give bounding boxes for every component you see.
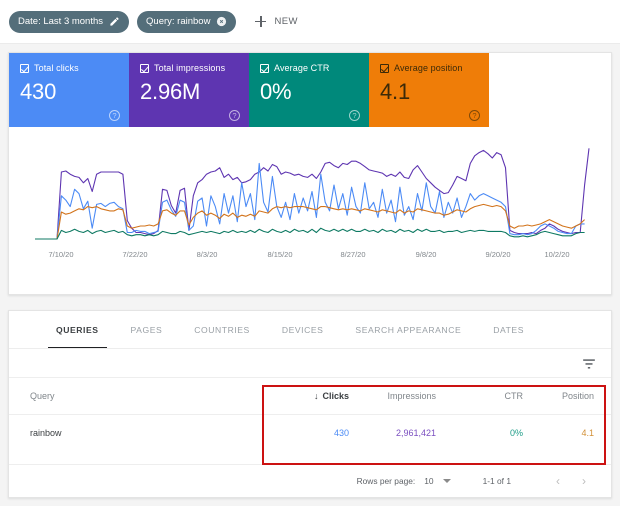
pagination-range: 1-1 of 1 bbox=[483, 476, 511, 486]
column-header-impressions[interactable]: Impressions bbox=[349, 391, 436, 401]
table-toolbar bbox=[9, 349, 611, 377]
metric-tile-header: Total clicks bbox=[20, 63, 129, 73]
column-header-query[interactable]: Query bbox=[9, 391, 261, 401]
next-page-button[interactable]: › bbox=[571, 474, 597, 488]
filter-chip-query-label: Query: rainbow bbox=[146, 16, 210, 27]
x-axis-tick-label: 8/27/20 bbox=[340, 250, 365, 259]
table-row[interactable]: rainbow 430 2,961,421 0% 4.1 bbox=[9, 414, 611, 451]
plus-icon bbox=[254, 15, 267, 28]
rows-per-page-value: 10 bbox=[424, 476, 433, 486]
x-axis-tick-label: 8/3/20 bbox=[197, 250, 218, 259]
chart-series-total-clicks bbox=[35, 163, 585, 239]
metric-tile-header: Average position bbox=[380, 63, 489, 73]
cell-ctr: 0% bbox=[436, 428, 523, 438]
tab-pages[interactable]: PAGES bbox=[115, 311, 179, 349]
filter-chip-date-label: Date: Last 3 months bbox=[18, 16, 103, 27]
help-icon[interactable]: ? bbox=[349, 110, 360, 121]
sort-descending-icon: ↓ bbox=[314, 391, 319, 401]
cell-query[interactable]: rainbow bbox=[9, 428, 261, 438]
tab-label: QUERIES bbox=[56, 325, 99, 335]
tab-devices[interactable]: DEVICES bbox=[266, 311, 340, 349]
tab-label: SEARCH APPEARANCE bbox=[355, 325, 461, 335]
table-pagination: Rows per page: 10 1-1 of 1 ‹ › bbox=[9, 464, 611, 497]
x-axis-tick-label: 10/2/20 bbox=[544, 250, 569, 259]
tab-label: DATES bbox=[493, 325, 524, 335]
x-axis-tick-label: 9/8/20 bbox=[416, 250, 437, 259]
checkbox-checked-icon[interactable] bbox=[380, 64, 389, 73]
metric-label: Average position bbox=[394, 63, 462, 73]
checkbox-checked-icon[interactable] bbox=[20, 64, 29, 73]
metric-tile-header: Total impressions bbox=[140, 63, 249, 73]
tab-label: DEVICES bbox=[282, 325, 324, 335]
checkbox-checked-icon[interactable] bbox=[140, 64, 149, 73]
filter-list-icon[interactable] bbox=[582, 357, 596, 369]
metric-tile-total-impressions[interactable]: Total impressions 2.96M ? bbox=[129, 53, 249, 127]
chart-series-average-position bbox=[35, 204, 585, 239]
help-icon[interactable]: ? bbox=[469, 110, 480, 121]
x-axis-tick-label: 7/10/20 bbox=[48, 250, 73, 259]
metric-tile-average-position[interactable]: Average position 4.1 ? bbox=[369, 53, 489, 127]
cell-clicks: 430 bbox=[261, 428, 349, 438]
metric-tile-average-ctr[interactable]: Average CTR 0% ? bbox=[249, 53, 369, 127]
filter-chip-date[interactable]: Date: Last 3 months bbox=[9, 11, 129, 33]
metric-value: 2.96M bbox=[140, 79, 249, 105]
rows-per-page-label: Rows per page: bbox=[357, 476, 416, 486]
column-header-clicks[interactable]: ↓ Clicks bbox=[261, 391, 349, 401]
column-header-ctr[interactable]: CTR bbox=[436, 391, 523, 401]
new-filter-label: NEW bbox=[274, 16, 297, 27]
chart-series-average-ctr bbox=[35, 228, 585, 239]
dimension-tabs: QUERIES PAGES COUNTRIES DEVICES SEARCH APPEA… bbox=[9, 311, 611, 349]
metric-tile-total-clicks[interactable]: Total clicks 430 ? bbox=[9, 53, 129, 127]
metric-tile-header: Average CTR bbox=[260, 63, 369, 73]
tab-label: PAGES bbox=[131, 325, 163, 335]
close-circle-icon[interactable] bbox=[216, 16, 227, 27]
tab-label: COUNTRIES bbox=[194, 325, 250, 335]
x-axis-tick-label: 9/20/20 bbox=[485, 250, 510, 259]
metric-value: 4.1 bbox=[380, 79, 489, 105]
performance-line-chart[interactable]: 7/10/20 7/22/20 8/3/20 8/15/20 8/27/20 9/8/20… bbox=[9, 127, 611, 294]
performance-chart-card: Total clicks 430 ? Total impressions 2.9… bbox=[8, 52, 612, 295]
rows-per-page-select[interactable]: 10 bbox=[424, 476, 450, 486]
x-axis-tick-label: 8/15/20 bbox=[267, 250, 292, 259]
search-console-performance-page: Date: Last 3 months Query: rainbow NEW T… bbox=[0, 0, 620, 506]
help-icon[interactable]: ? bbox=[229, 110, 240, 121]
metric-tiles: Total clicks 430 ? Total impressions 2.9… bbox=[9, 53, 489, 127]
checkbox-checked-icon[interactable] bbox=[260, 64, 269, 73]
x-axis-tick-label: 7/22/20 bbox=[122, 250, 147, 259]
table-header-row: Query ↓ Clicks Impressions CTR Position bbox=[9, 377, 611, 414]
previous-page-button[interactable]: ‹ bbox=[545, 474, 571, 488]
metric-label: Total clicks bbox=[34, 63, 79, 73]
cell-position: 4.1 bbox=[523, 428, 610, 438]
filter-bar: Date: Last 3 months Query: rainbow NEW bbox=[0, 0, 620, 44]
tab-countries[interactable]: COUNTRIES bbox=[178, 311, 266, 349]
chevron-down-icon bbox=[443, 479, 451, 483]
metric-label: Total impressions bbox=[154, 63, 225, 73]
pencil-icon[interactable] bbox=[109, 16, 120, 27]
chart-svg bbox=[9, 127, 611, 247]
tab-queries[interactable]: QUERIES bbox=[40, 311, 115, 349]
cell-impressions: 2,961,421 bbox=[349, 428, 436, 438]
tab-dates[interactable]: DATES bbox=[477, 311, 540, 349]
metric-value: 430 bbox=[20, 79, 129, 105]
new-filter-button[interactable]: NEW bbox=[250, 11, 303, 33]
column-header-position[interactable]: Position bbox=[523, 391, 610, 401]
performance-table-card: QUERIES PAGES COUNTRIES DEVICES SEARCH APPEA… bbox=[8, 310, 612, 498]
filter-chip-query[interactable]: Query: rainbow bbox=[137, 11, 236, 33]
metric-value: 0% bbox=[260, 79, 369, 105]
chart-x-axis-labels: 7/10/20 7/22/20 8/3/20 8/15/20 8/27/20 9/8/20… bbox=[9, 250, 611, 264]
help-icon[interactable]: ? bbox=[109, 110, 120, 121]
tab-search-appearance[interactable]: SEARCH APPEARANCE bbox=[339, 311, 477, 349]
metric-label: Average CTR bbox=[274, 63, 329, 73]
queries-table: Query ↓ Clicks Impressions CTR Position … bbox=[9, 377, 611, 451]
column-header-clicks-label: Clicks bbox=[322, 391, 349, 401]
